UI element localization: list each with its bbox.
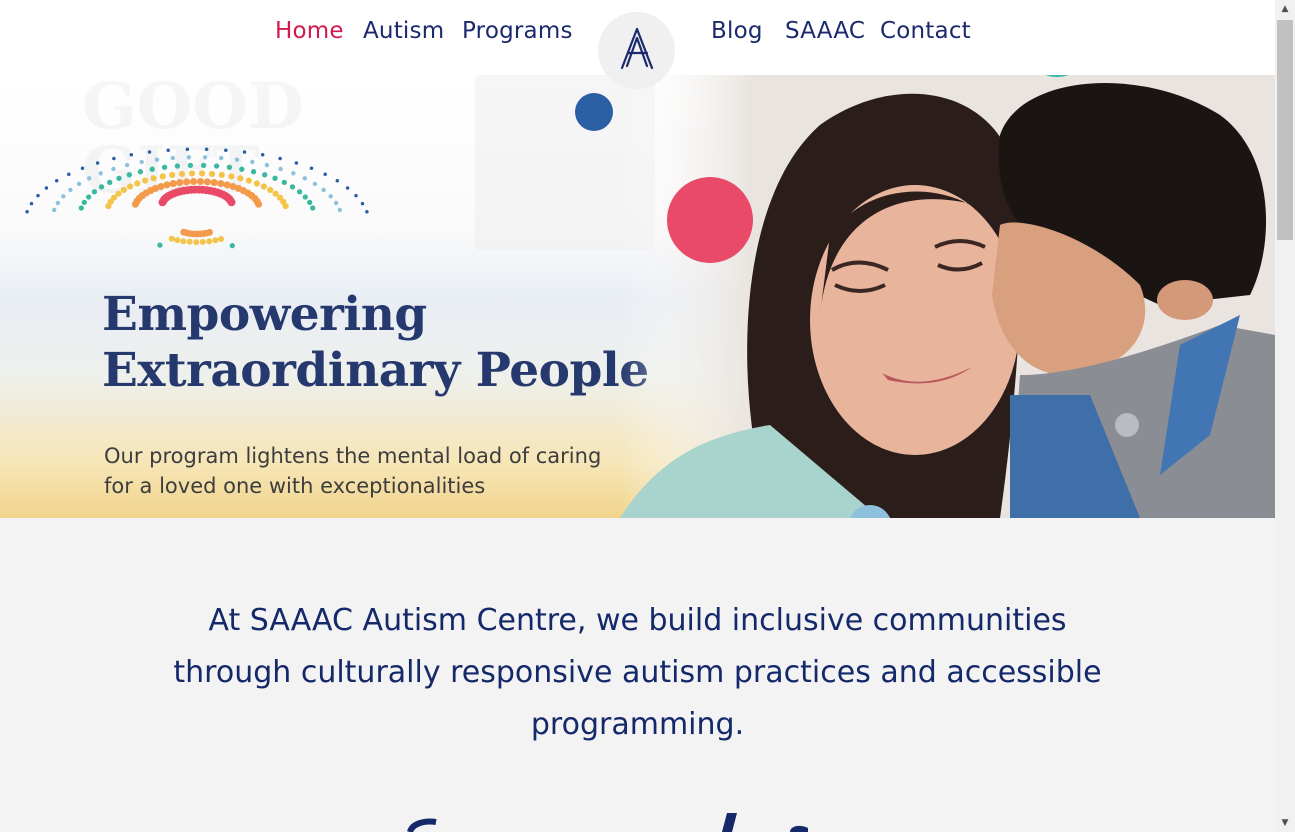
intro-statement: At SAAAC Autism Centre, we build inclusi… [173, 603, 1102, 742]
firework-dots-decoration [25, 147, 369, 249]
nav-blog-link[interactable]: Blog [711, 18, 763, 44]
hero-title: Empowering Extraordinary People [102, 287, 649, 398]
red-dot-decoration [667, 177, 753, 263]
nav-contact-link[interactable]: Contact [880, 18, 971, 44]
hero-subtitle: Our program lightens the mental load of … [104, 444, 602, 498]
home-logo-link[interactable] [598, 12, 675, 89]
nav-autism-link[interactable]: Autism [363, 18, 444, 44]
nav-saaac-link[interactable]: SAAAC [785, 18, 865, 44]
scroll-down-arrow-icon[interactable]: ▼ [1275, 814, 1295, 832]
blue-dot-decoration [575, 93, 613, 131]
hero-banner: GOOD GIFT Empowering Extraordinary People… [0, 75, 1275, 518]
scroll-up-arrow-icon[interactable]: ▲ [1275, 0, 1295, 18]
page-scrollbar[interactable]: ▲ ▼ [1275, 0, 1295, 832]
nav-home-link[interactable]: Home [275, 18, 344, 44]
section-heading-cutoff [0, 808, 1275, 832]
saaac-a-logo-icon [620, 27, 654, 70]
nav-programs-link[interactable]: Programs [462, 18, 573, 44]
hero-photo-mother-and-child [620, 75, 1275, 518]
scrollbar-thumb[interactable] [1277, 20, 1293, 240]
